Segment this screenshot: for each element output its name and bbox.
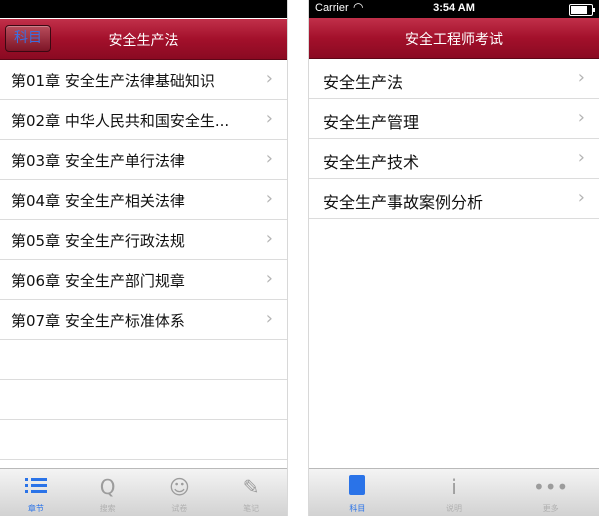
tab-bar: 章节 Q 搜索 ☺ 试卷 ✎ 笔记: [0, 468, 287, 516]
chevron-right-icon: ›: [265, 268, 273, 289]
chevron-right-icon: ›: [265, 68, 273, 89]
list-item[interactable]: 安全生产管理 ›: [309, 99, 599, 139]
empty-row: [0, 380, 287, 420]
tab-more[interactable]: ••• 更多: [502, 469, 599, 516]
list-item-label: 安全生产事故案例分析: [323, 193, 484, 212]
list-item[interactable]: 第01章 安全生产法律基础知识 ›: [0, 60, 287, 100]
chevron-right-icon: ›: [577, 107, 585, 128]
list-item-label: 安全生产管理: [323, 113, 420, 132]
list-item-label: 第04章 安全生产相关法律: [11, 192, 185, 210]
tab-label: 章节: [27, 504, 44, 513]
list-icon: [0, 475, 72, 499]
chevron-right-icon: ›: [265, 148, 273, 169]
chevron-right-icon: ›: [265, 308, 273, 329]
list-item-label: 第05章 安全生产行政法规: [11, 232, 185, 250]
nav-bar: 安全工程师考试: [309, 18, 599, 59]
tab-bar: 科目 i 说明 ••• 更多: [309, 468, 599, 516]
tab-book[interactable]: 科目: [309, 469, 406, 516]
tab-label: 说明: [445, 504, 462, 513]
list-item-label: 安全生产技术: [323, 153, 420, 172]
tab-label: 更多: [542, 504, 559, 513]
tab-label: 笔记: [243, 504, 260, 513]
chevron-right-icon: ›: [265, 188, 273, 209]
list-item[interactable]: 第02章 中华人民共和国安全生... ›: [0, 100, 287, 140]
list-item[interactable]: 安全生产事故案例分析 ›: [309, 179, 599, 219]
nav-bar: 科目 安全生产法: [0, 19, 287, 60]
chevron-right-icon: ›: [577, 67, 585, 88]
q-icon: Q: [99, 475, 116, 499]
book-icon: [309, 475, 406, 500]
exam-icon: ☺: [168, 475, 190, 499]
tab-label: 科目: [349, 504, 366, 513]
chevron-right-icon: ›: [577, 147, 585, 168]
empty-row: [0, 340, 287, 380]
chapter-list: 第01章 安全生产法律基础知识 › 第02章 中华人民共和国安全生... › 第03章 …: [0, 60, 287, 460]
chevron-right-icon: ›: [577, 187, 585, 208]
status-time: 3:54 AM: [433, 2, 475, 14]
tab-list[interactable]: 章节: [0, 469, 72, 516]
list-item[interactable]: 第04章 安全生产相关法律 ›: [0, 180, 287, 220]
nav-title: 安全工程师考试: [405, 32, 503, 48]
edit-icon: ✎: [242, 475, 260, 499]
battery-icon: [569, 4, 595, 16]
list-item-label: 安全生产法: [323, 73, 404, 92]
tab-edit[interactable]: ✎ 笔记: [215, 469, 287, 516]
list-item-label: 第07章 安全生产标准体系: [11, 312, 185, 330]
info-icon: i: [451, 475, 457, 499]
list-item[interactable]: 第06章 安全生产部门规章 ›: [0, 260, 287, 300]
list-item[interactable]: 第05章 安全生产行政法规 ›: [0, 220, 287, 260]
subject-list: 安全生产法 › 安全生产管理 › 安全生产技术 › 安全生产事故案例分析 ›: [309, 59, 599, 219]
empty-row: [0, 420, 287, 460]
tab-exam[interactable]: ☺ 试卷: [144, 469, 216, 516]
more-icon: •••: [532, 475, 569, 499]
list-item[interactable]: 安全生产法 ›: [309, 59, 599, 99]
chapters-screen: 科目 安全生产法 第01章 安全生产法律基础知识 › 第02章 中华人民共和国安全生…: [0, 0, 288, 516]
nav-title: 安全生产法: [108, 33, 179, 49]
status-bar: Carrier ◠ 3:54 AM: [309, 0, 599, 18]
tab-q[interactable]: Q 搜索: [72, 469, 144, 516]
list-item-label: 第06章 安全生产部门规章: [11, 272, 185, 290]
tab-label: 试卷: [171, 504, 188, 513]
chevron-right-icon: ›: [265, 108, 273, 129]
tab-label: 搜索: [99, 504, 116, 513]
list-item[interactable]: 安全生产技术 ›: [309, 139, 599, 179]
status-bar: [0, 0, 287, 18]
list-item-label: 第03章 安全生产单行法律: [11, 152, 185, 170]
list-item[interactable]: 第03章 安全生产单行法律 ›: [0, 140, 287, 180]
tab-info[interactable]: i 说明: [406, 469, 503, 516]
list-item[interactable]: 第07章 安全生产标准体系 ›: [0, 300, 287, 340]
chevron-right-icon: ›: [265, 228, 273, 249]
subjects-screen: Carrier ◠ 3:54 AM 安全工程师考试 安全生产法 › 安全生产管理 › 安…: [308, 0, 599, 516]
list-item-label: 第02章 中华人民共和国安全生...: [11, 112, 230, 130]
list-item-label: 第01章 安全生产法律基础知识: [11, 72, 215, 90]
